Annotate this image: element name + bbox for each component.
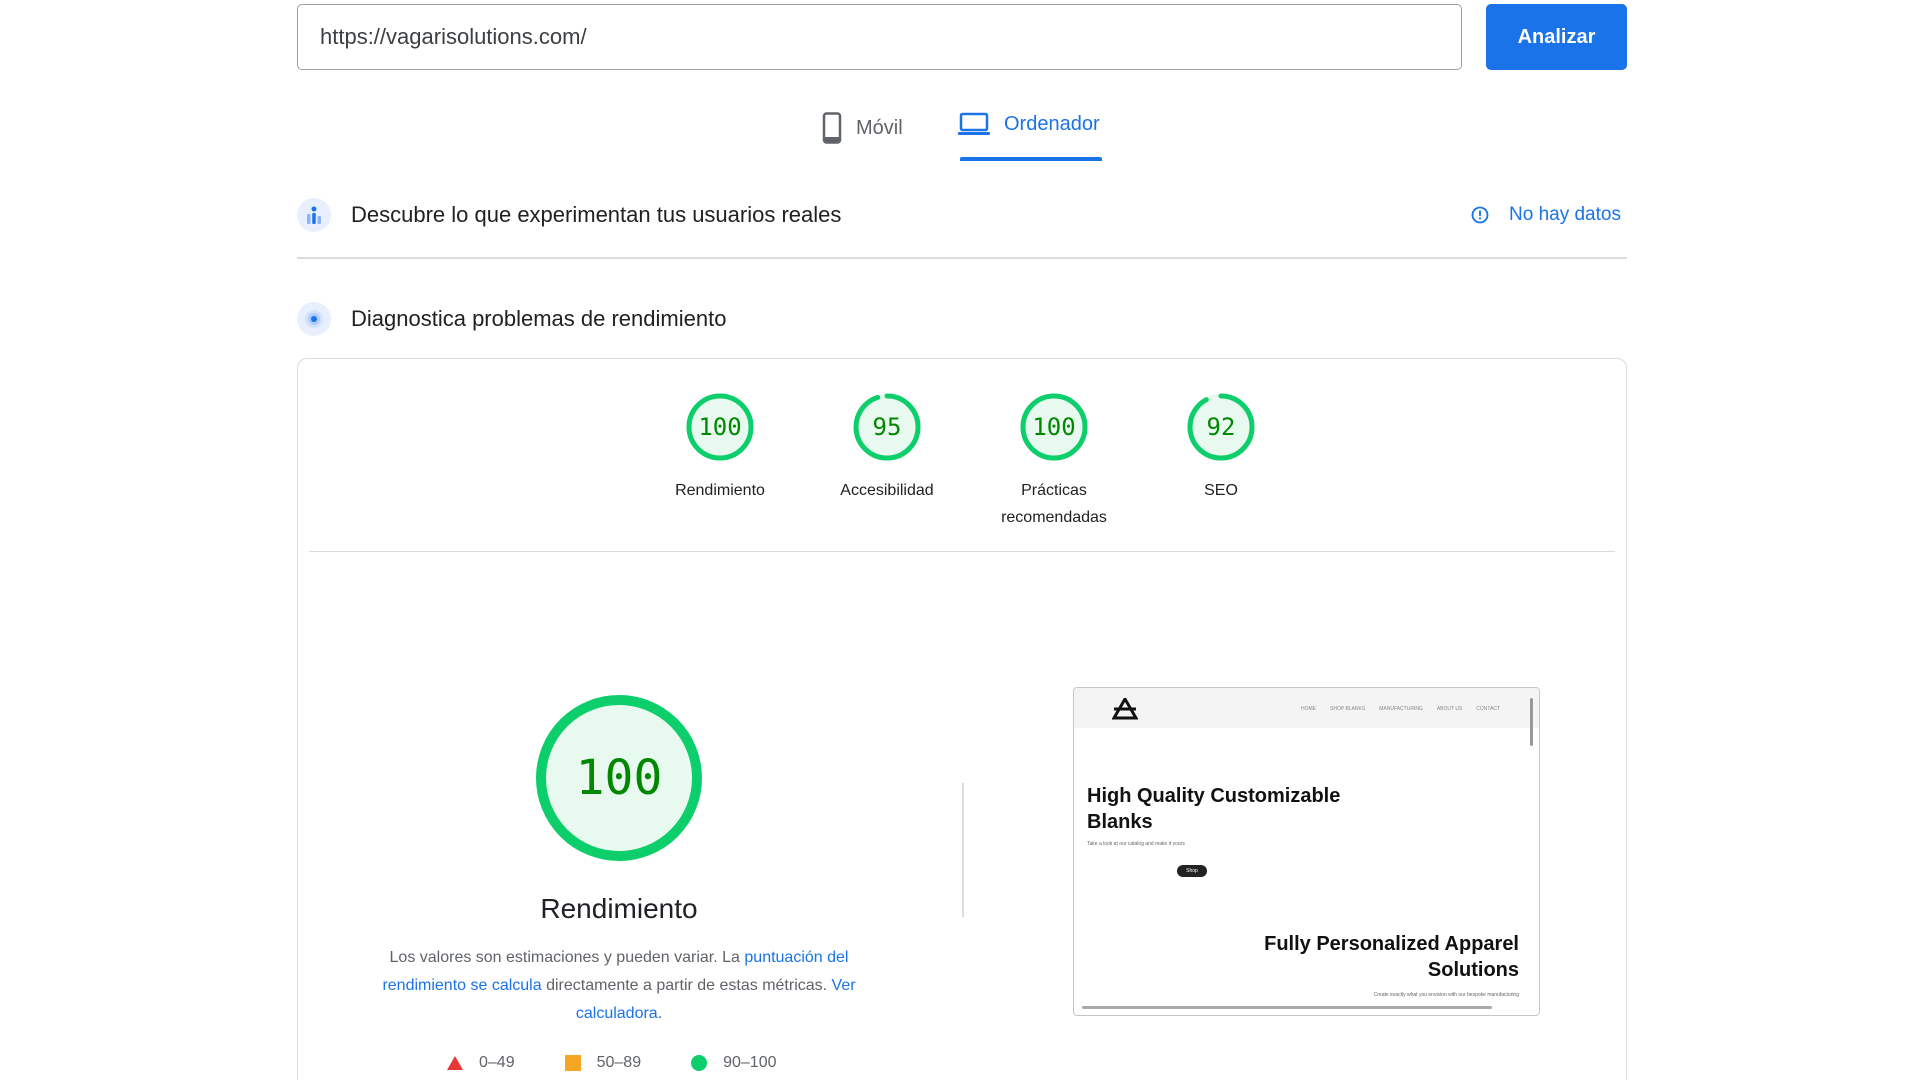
desc-text: . (657, 1005, 663, 1022)
performance-gauge-large: 100 (536, 695, 702, 861)
legend-pass-range: 90–100 (723, 1054, 777, 1071)
section-divider (297, 257, 1627, 259)
users-chart-icon (297, 198, 331, 232)
gauge-label: Rendimiento (675, 482, 765, 499)
gauge-label: Prácticas recomendadas (1001, 482, 1107, 526)
thumb-nav-link: HOME (1301, 706, 1316, 712)
gauge-divider (309, 551, 1615, 552)
square-icon (564, 1055, 581, 1071)
gauge-ring: 100 (686, 393, 754, 461)
lab-data-title: Diagnostica problemas de rendimiento (351, 306, 727, 331)
diagnostics-icon (297, 302, 331, 336)
desc-text: Los valores son estimaciones y pueden va… (389, 949, 745, 966)
thumbnail-heading-2: Fully Personalized Apparel Solutions (1264, 933, 1519, 981)
legend-pass: 90–100 (691, 1054, 776, 1072)
performance-description: Los valores son estimaciones y pueden va… (364, 944, 874, 1028)
thumb-nav-link: SHOP BLANKS (1330, 706, 1366, 712)
thumb-nav-link: ABOUT US (1436, 706, 1463, 712)
no-data-link[interactable]: No hay datos (1471, 204, 1621, 226)
lab-data-header: Diagnostica problemas de rendimiento (297, 302, 726, 336)
legend-fail-range: 0–49 (479, 1054, 515, 1071)
thumb-nav-link: CONTACT (1476, 706, 1501, 712)
field-data-header: Descubre lo que experimentan tus usuario… (297, 198, 841, 232)
thumbnail-horizontal-scrollbar (1082, 1006, 1492, 1009)
active-tab-indicator (960, 157, 1102, 161)
score-legend: 0–49 50–89 90–100 (447, 1054, 826, 1072)
thumbnail-nav-links: HOME SHOP BLANKS MANUFACTURING ABOUT US … (1301, 706, 1514, 712)
url-value: https://vagarisolutions.com/ (320, 24, 587, 49)
no-data-label: No hay datos (1509, 204, 1621, 225)
thumbnail-subtext-2: Create exactly what you envision with ou… (1373, 992, 1519, 998)
gauge-ring: 100 (1020, 393, 1088, 461)
analyze-button[interactable]: Analizar (1486, 4, 1627, 70)
info-icon (1471, 206, 1489, 224)
gauge-best-practices[interactable]: 100 Prácticas recomendadas (979, 392, 1129, 531)
thumbnail-heading-1: High Quality Customizable Blanks (1087, 785, 1341, 833)
legend-fail: 0–49 (447, 1054, 515, 1072)
thumbnail-scrollbar (1530, 698, 1533, 746)
tab-desktop[interactable]: Ordenador (958, 112, 1100, 136)
gauge-label: Accesibilidad (840, 482, 934, 499)
gauge-score: 92 (1207, 413, 1236, 441)
thumbnail-shop-button: Shop (1177, 865, 1207, 877)
triangle-icon (447, 1056, 463, 1070)
tab-mobile[interactable]: Móvil (822, 112, 903, 144)
tab-mobile-label: Móvil (856, 116, 903, 139)
page-screenshot-thumbnail: HOME SHOP BLANKS MANUFACTURING ABOUT US … (1073, 687, 1540, 1016)
circle-icon (691, 1055, 708, 1071)
legend-average-range: 50–89 (596, 1054, 642, 1071)
performance-title: Rendimiento (540, 893, 698, 924)
tab-desktop-label: Ordenador (1004, 112, 1100, 135)
desc-text: directamente a partir de estas métricas. (541, 977, 832, 994)
site-logo-icon (1112, 698, 1138, 720)
gauge-score: 100 (698, 413, 741, 441)
smartphone-icon (822, 112, 842, 144)
thumb-nav-link: MANUFACTURING (1379, 706, 1423, 712)
performance-score: 100 (576, 750, 663, 806)
gauge-ring: 95 (853, 393, 921, 461)
vertical-divider (962, 783, 964, 917)
gauge-label: SEO (1204, 482, 1238, 499)
laptop-icon (958, 112, 990, 135)
thumbnail-subtext-1: Take a look at our catalog and make it y… (1087, 841, 1185, 847)
gauge-seo[interactable]: 92 SEO (1146, 392, 1296, 504)
legend-average: 50–89 (564, 1054, 642, 1072)
gauge-score: 95 (873, 413, 902, 441)
gauge-performance[interactable]: 100 Rendimiento (645, 392, 795, 504)
gauge-ring: 92 (1187, 393, 1255, 461)
url-input[interactable]: https://vagarisolutions.com/ (297, 4, 1462, 70)
gauge-score: 100 (1032, 413, 1075, 441)
gauge-accessibility[interactable]: 95 Accesibilidad (812, 392, 962, 504)
field-data-title: Descubre lo que experimentan tus usuario… (351, 202, 842, 227)
